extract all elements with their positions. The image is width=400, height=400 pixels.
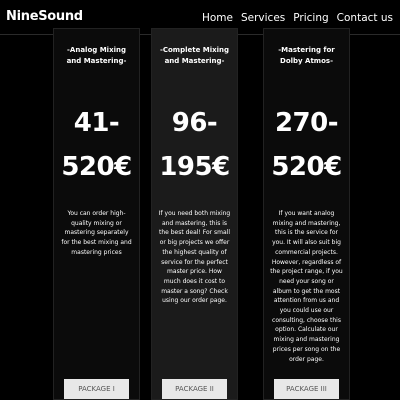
- package-description: If you need both mixing and mastering, t…: [158, 210, 231, 305]
- nav-link-pricing[interactable]: Pricing: [293, 12, 328, 24]
- package-1-button[interactable]: PACKAGE I: [64, 379, 129, 399]
- package-3-button[interactable]: PACKAGE III: [274, 379, 339, 399]
- package-description: You can order high-quality mixing or mas…: [61, 210, 132, 256]
- pricing-card-package-2: -Complete Mixing and Mastering- 96- 195€…: [151, 28, 238, 400]
- price-line: 96-: [171, 108, 218, 138]
- price-line: 520€: [61, 152, 132, 182]
- package-price: 270- 520€: [264, 101, 349, 189]
- pricing-card-package-1: -Analog Mixing and Mastering- 41- 520€ Y…: [53, 28, 140, 400]
- nav-link-services[interactable]: Services: [241, 12, 285, 24]
- package-price: 41- 520€: [54, 101, 139, 189]
- price-line: 195€: [159, 152, 230, 182]
- nav-link-home[interactable]: Home: [202, 12, 233, 24]
- package-title: -Analog Mixing and Mastering-: [66, 46, 127, 65]
- price-line: 270-: [274, 108, 339, 138]
- brand-logo[interactable]: NineSound: [6, 9, 83, 24]
- package-price: 96- 195€: [152, 101, 237, 189]
- price-line: 520€: [271, 152, 342, 182]
- package-2-button[interactable]: PACKAGE II: [162, 379, 227, 399]
- pricing-card-package-3: -Mastering for Dolby Atmos- 270- 520€ If…: [263, 28, 350, 400]
- nav-link-contact[interactable]: Contact us: [337, 12, 393, 24]
- price-line: 41-: [73, 108, 120, 138]
- package-title: -Complete Mixing and Mastering-: [159, 46, 230, 65]
- package-description: If you want analog mixing and mastering,…: [270, 210, 343, 363]
- nav-links: Home Services Pricing Contact us: [202, 12, 393, 24]
- package-title: -Mastering for Dolby Atmos-: [278, 46, 335, 65]
